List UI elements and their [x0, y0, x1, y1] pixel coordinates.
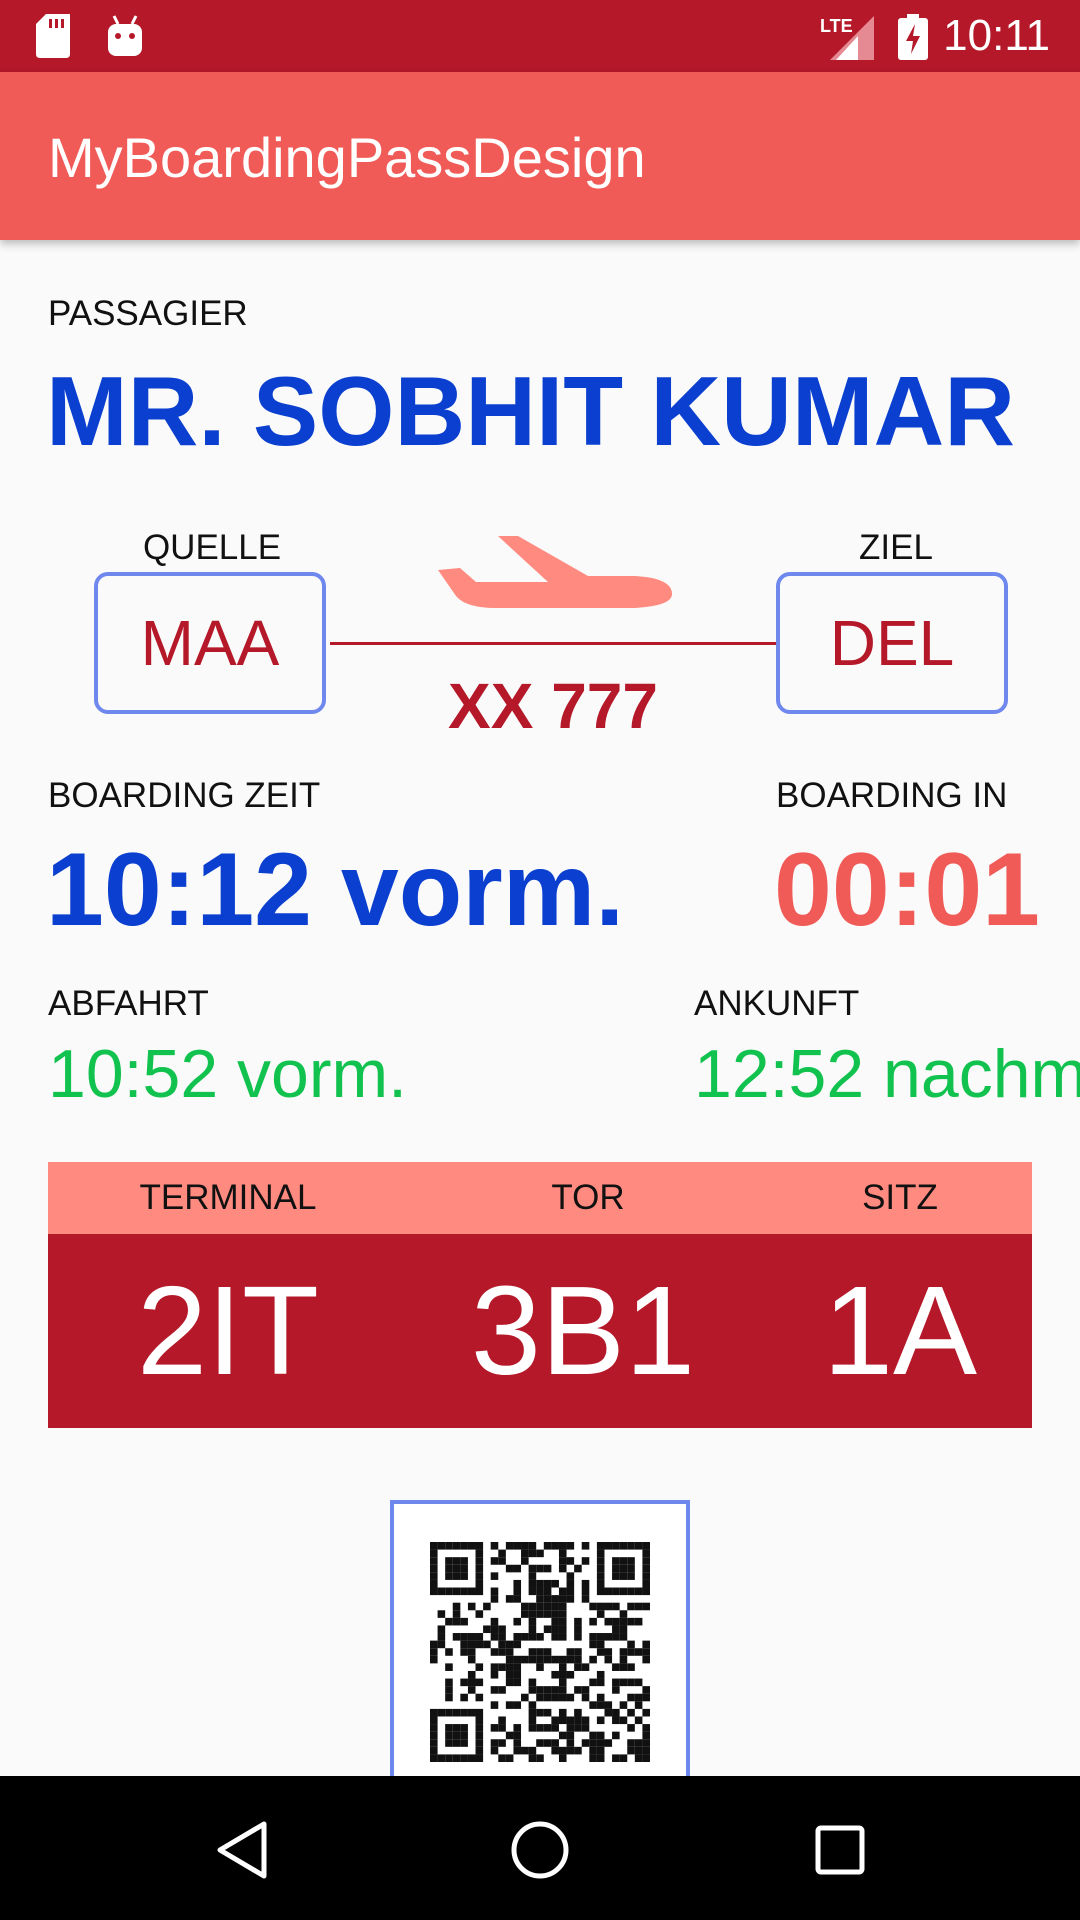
boarding-in-label: BOARDING IN — [776, 776, 1008, 815]
battery-charging-icon — [898, 14, 928, 60]
recents-icon[interactable] — [814, 1824, 866, 1876]
source-label: QUELLE — [142, 528, 282, 567]
passenger-label: PASSAGIER — [48, 294, 248, 333]
source-code-box: MAA — [94, 572, 326, 714]
flight-number: XX 777 — [448, 670, 658, 742]
qr-code-icon — [430, 1542, 650, 1762]
status-time: 10:11 — [943, 11, 1050, 60]
seat-label: SITZ — [862, 1178, 938, 1217]
terminal-value: 2IT — [136, 1260, 320, 1401]
gate-info-body: 2IT 3B1 1A — [48, 1234, 1032, 1428]
sd-card-icon — [36, 14, 70, 58]
boarding-time-label: BOARDING ZEIT — [48, 776, 321, 815]
back-icon[interactable] — [214, 1820, 270, 1880]
home-icon[interactable] — [510, 1820, 570, 1880]
android-icon — [108, 15, 142, 56]
departure-label: ABFAHRT — [48, 984, 209, 1023]
source-code: MAA — [140, 607, 280, 679]
airplane-icon — [438, 536, 672, 608]
destination-code-box: DEL — [776, 572, 1008, 714]
gate-label: TOR — [551, 1178, 625, 1217]
route-line — [330, 642, 776, 645]
lte-signal-icon: LTE — [820, 16, 874, 60]
passenger-name: MR. SOBHIT KUMAR — [46, 356, 1016, 466]
status-bar: LTE 10:11 — [0, 0, 1080, 72]
seat-value: 1A — [822, 1260, 978, 1401]
gate-value: 3B1 — [470, 1260, 696, 1401]
terminal-label: TERMINAL — [139, 1178, 317, 1217]
arrival-value: 12:52 nachm. — [694, 1036, 1080, 1112]
app-title: MyBoardingPassDesign — [48, 126, 646, 189]
svg-text:LTE: LTE — [820, 16, 853, 36]
boarding-in-value: 00:01 — [774, 832, 1040, 948]
app-bar: MyBoardingPassDesign — [0, 72, 1080, 240]
destination-code: DEL — [829, 607, 955, 679]
navigation-bar — [0, 1776, 1080, 1920]
departure-value: 10:52 vorm. — [48, 1036, 408, 1112]
qr-code-frame — [390, 1500, 690, 1820]
gate-info-header: TERMINAL TOR SITZ — [48, 1162, 1032, 1234]
arrival-label: ANKUNFT — [694, 984, 860, 1023]
boarding-time-value: 10:12 vorm. — [46, 832, 625, 948]
destination-label: ZIEL — [859, 528, 933, 567]
